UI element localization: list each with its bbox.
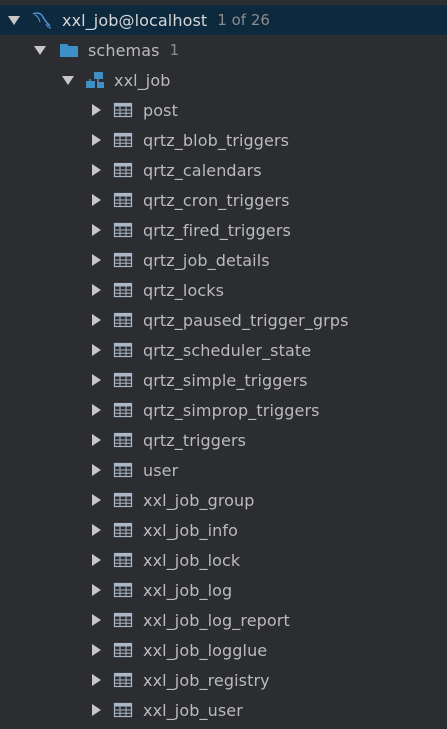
table-row[interactable]: qrtz_triggers <box>0 425 447 455</box>
chevron-right-icon[interactable] <box>88 432 104 448</box>
table-name: xxl_job_group <box>143 490 255 510</box>
table-icon <box>112 399 134 421</box>
table-row[interactable]: xxl_job_log_report <box>0 605 447 635</box>
table-name: qrtz_locks <box>143 280 225 300</box>
table-name: qrtz_simprop_triggers <box>143 400 320 420</box>
table-row[interactable]: qrtz_cron_triggers <box>0 185 447 215</box>
chevron-right-icon[interactable] <box>88 162 104 178</box>
table-icon <box>112 639 134 661</box>
table-icon <box>112 699 134 721</box>
table-row[interactable]: qrtz_fired_triggers <box>0 215 447 245</box>
table-name: qrtz_simple_triggers <box>143 370 308 390</box>
table-icon <box>112 609 134 631</box>
table-name: xxl_job_log <box>143 580 233 600</box>
table-row[interactable]: post <box>0 95 447 125</box>
schema-icon <box>84 69 106 91</box>
chevron-right-icon[interactable] <box>88 222 104 238</box>
table-icon <box>112 339 134 361</box>
connection-label: xxl_job@localhost <box>62 10 208 30</box>
table-row[interactable]: qrtz_scheduler_state <box>0 335 447 365</box>
table-icon <box>112 519 134 541</box>
chevron-right-icon[interactable] <box>88 702 104 718</box>
table-row[interactable]: qrtz_blob_triggers <box>0 125 447 155</box>
database-tree: xxl_job@localhost 1 of 26 schemas 1 xxl_… <box>0 0 447 729</box>
table-row[interactable]: xxl_job_user <box>0 695 447 725</box>
chevron-right-icon[interactable] <box>88 282 104 298</box>
chevron-down-icon[interactable] <box>60 72 76 88</box>
tree-node-schemas[interactable]: schemas 1 <box>0 35 447 65</box>
chevron-down-icon[interactable] <box>32 42 48 58</box>
table-name: qrtz_triggers <box>143 430 247 450</box>
table-icon <box>112 309 134 331</box>
chevron-right-icon[interactable] <box>88 372 104 388</box>
table-row[interactable]: qrtz_calendars <box>0 155 447 185</box>
schema-label: xxl_job <box>114 70 171 90</box>
table-row[interactable]: qrtz_job_details <box>0 245 447 275</box>
table-row[interactable]: xxl_job_info <box>0 515 447 545</box>
table-icon <box>112 99 134 121</box>
chevron-right-icon[interactable] <box>88 312 104 328</box>
table-row[interactable]: xxl_job_lock <box>0 545 447 575</box>
chevron-right-icon[interactable] <box>88 252 104 268</box>
table-icon <box>112 189 134 211</box>
chevron-right-icon[interactable] <box>88 552 104 568</box>
chevron-right-icon[interactable] <box>88 342 104 358</box>
table-icon <box>112 579 134 601</box>
table-name: qrtz_job_details <box>143 250 270 270</box>
chevron-right-icon[interactable] <box>88 612 104 628</box>
table-name: xxl_job_registry <box>143 670 270 690</box>
table-name: xxl_job_logglue <box>143 640 268 660</box>
chevron-right-icon[interactable] <box>88 132 104 148</box>
table-row[interactable]: qrtz_locks <box>0 275 447 305</box>
chevron-right-icon[interactable] <box>88 582 104 598</box>
table-row[interactable]: xxl_job_logglue <box>0 635 447 665</box>
table-name: xxl_job_log_report <box>143 610 290 630</box>
table-row[interactable]: qrtz_simprop_triggers <box>0 395 447 425</box>
table-name: xxl_job_lock <box>143 550 241 570</box>
table-name: qrtz_blob_triggers <box>143 130 290 150</box>
table-icon <box>112 549 134 571</box>
table-icon <box>112 459 134 481</box>
connection-count: 1 of 26 <box>217 11 270 29</box>
table-name: qrtz_calendars <box>143 160 262 180</box>
table-row[interactable]: xxl_job_group <box>0 485 447 515</box>
table-name: qrtz_scheduler_state <box>143 340 312 360</box>
table-name: user <box>143 460 179 480</box>
table-row[interactable]: qrtz_simple_triggers <box>0 365 447 395</box>
table-icon <box>112 489 134 511</box>
chevron-right-icon[interactable] <box>88 402 104 418</box>
table-icon <box>112 249 134 271</box>
schemas-count: 1 <box>169 41 180 59</box>
folder-icon <box>58 39 80 61</box>
table-row[interactable]: qrtz_paused_trigger_grps <box>0 305 447 335</box>
table-icon <box>112 159 134 181</box>
chevron-right-icon[interactable] <box>88 522 104 538</box>
table-name: qrtz_paused_trigger_grps <box>143 310 349 330</box>
chevron-right-icon[interactable] <box>88 492 104 508</box>
chevron-right-icon[interactable] <box>88 672 104 688</box>
chevron-down-icon[interactable] <box>6 12 22 28</box>
table-icon <box>112 219 134 241</box>
mysql-dolphin-icon <box>30 9 52 31</box>
chevron-right-icon[interactable] <box>88 192 104 208</box>
table-icon <box>112 129 134 151</box>
table-name: xxl_job_user <box>143 700 243 720</box>
table-name: post <box>143 100 178 120</box>
table-icon <box>112 429 134 451</box>
table-row[interactable]: xxl_job_log <box>0 575 447 605</box>
chevron-right-icon[interactable] <box>88 462 104 478</box>
table-name: qrtz_cron_triggers <box>143 190 290 210</box>
table-icon <box>112 279 134 301</box>
table-row[interactable]: xxl_job_registry <box>0 665 447 695</box>
table-icon <box>112 369 134 391</box>
chevron-right-icon[interactable] <box>88 642 104 658</box>
tree-node-connection[interactable]: xxl_job@localhost 1 of 26 <box>0 5 447 35</box>
chevron-right-icon[interactable] <box>88 102 104 118</box>
table-row[interactable]: user <box>0 455 447 485</box>
tree-node-schema[interactable]: xxl_job <box>0 65 447 95</box>
table-icon <box>112 669 134 691</box>
schemas-label: schemas <box>88 40 160 60</box>
table-name: xxl_job_info <box>143 520 238 540</box>
table-name: qrtz_fired_triggers <box>143 220 291 240</box>
